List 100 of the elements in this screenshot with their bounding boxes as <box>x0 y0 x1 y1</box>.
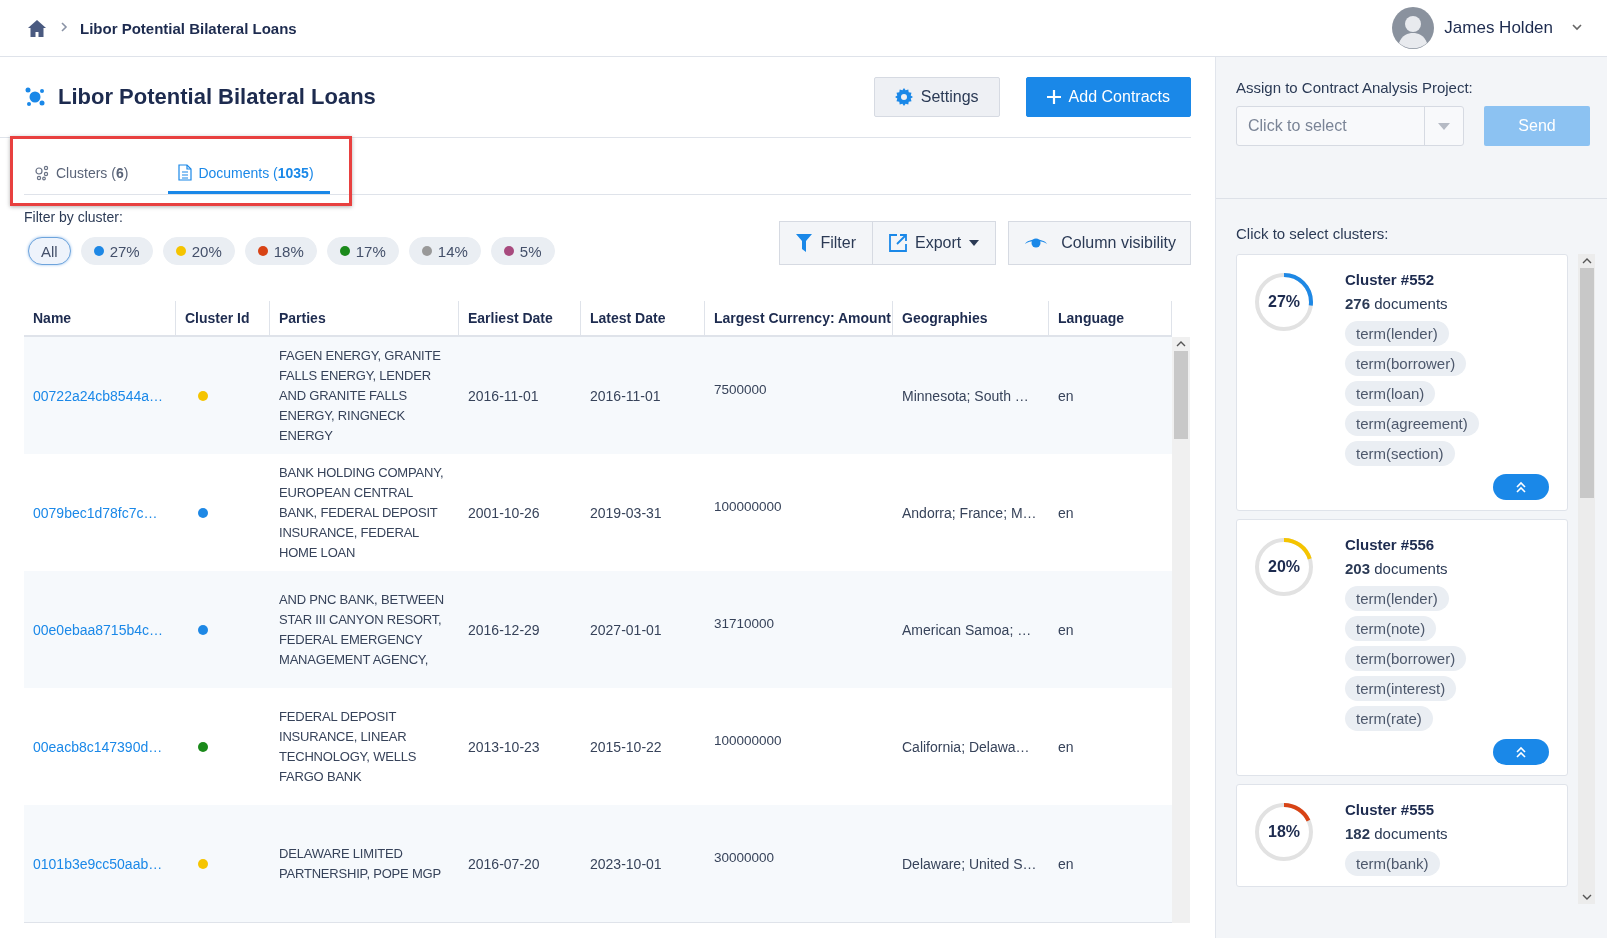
column-header[interactable]: Name <box>24 301 176 335</box>
table-cell-text: FAGEN ENERGY, GRANITE FALLS ENERGY, LENDER AND GRANITE FALLS ENERGY, RINGNECK ENERGY <box>279 346 442 445</box>
column-header[interactable]: Largest Currency: Amount <box>705 301 893 335</box>
cluster-filter-chip[interactable]: 5% <box>490 237 555 265</box>
chevron-right-icon <box>60 21 68 33</box>
export-button[interactable]: Export <box>873 221 997 265</box>
cluster-card[interactable]: 20% Cluster #556 203 documents term(lender) term(note) term(borrower) term(interest) term(rate) <box>1236 519 1568 776</box>
term-tag: term(loan) <box>1345 381 1436 406</box>
table-cell: en <box>1058 387 1074 404</box>
table-cell: 2016-12-29 <box>468 621 540 638</box>
clusters-icon <box>34 164 50 181</box>
document-link[interactable]: 00eacb8c147390d… <box>33 738 163 755</box>
table-cell-text: BANK HOLDING COMPANY, EUROPEAN CENTRAL BANK, FEDERAL DEPOSIT INSURANCE, FEDERAL HOME LOAN <box>279 463 445 562</box>
plus-icon <box>1046 90 1061 104</box>
table-cell: 100000000 <box>714 733 782 748</box>
table-cell: en <box>1058 621 1074 638</box>
cluster-filter-chip[interactable]: 17% <box>326 237 399 265</box>
document-count: 203 documents <box>1345 560 1448 577</box>
settings-button[interactable]: Settings <box>873 77 1000 117</box>
table-cell-text: DELAWARE LIMITED PARTNERSHIP, POPE MGP <box>279 844 442 883</box>
avatar[interactable] <box>1392 7 1435 49</box>
term-tag: term(lender) <box>1345 321 1449 346</box>
term-tag: term(borrower) <box>1345 646 1467 671</box>
external-link-icon <box>889 234 908 252</box>
table-cell: en <box>1058 855 1074 872</box>
table-cell: Minnesota; South … <box>902 387 1029 404</box>
settings-icon <box>894 88 913 106</box>
column-header[interactable]: Geographies <box>893 301 1049 335</box>
scrollbar[interactable] <box>1578 254 1595 904</box>
table-cell-text: FEDERAL DEPOSIT INSURANCE, LINEAR TECHNOLOGY, WELLS FARGO BANK <box>279 707 418 786</box>
table-cell: en <box>1058 504 1074 521</box>
cluster-card[interactable]: 18% Cluster #555 182 documents term(bank) <box>1236 784 1568 887</box>
scroll-thumb[interactable] <box>1174 351 1188 439</box>
filter-button[interactable]: Filter <box>779 221 874 265</box>
table-cell: Delaware; United S… <box>902 855 1037 872</box>
document-count: 276 documents <box>1345 295 1448 312</box>
collapse-button[interactable] <box>1493 739 1549 765</box>
document-link[interactable]: 0079bec1d78fc7c… <box>33 504 158 521</box>
tab[interactable]: Documents (1035) <box>168 154 330 194</box>
clusters-label: Click to select clusters: <box>1236 225 1390 242</box>
page-title: Libor Potential Bilateral Loans <box>58 84 376 110</box>
document-link[interactable]: 00e0ebaa8715b4c… <box>33 621 163 638</box>
user-name[interactable]: James Holden <box>1444 18 1553 38</box>
table-cell: 2016-11-01 <box>590 387 661 404</box>
document-icon <box>178 164 193 181</box>
cluster-filter-chip[interactable]: 14% <box>408 237 481 265</box>
table-cell: California; Delawa… <box>902 738 1030 755</box>
document-link[interactable]: 0101b3e9cc50aab… <box>33 855 163 872</box>
double-chevron-up-icon <box>1515 746 1527 758</box>
term-tag: term(bank) <box>1345 851 1440 876</box>
document-link[interactable]: 00722a24cb8544a… <box>33 387 163 404</box>
scrollbar[interactable] <box>1172 337 1190 923</box>
caret-icon <box>1438 122 1450 130</box>
double-chevron-up-icon <box>1515 481 1527 493</box>
column-header[interactable]: Language <box>1049 301 1172 335</box>
column-header[interactable]: Latest Date <box>581 301 705 335</box>
table-cell: 31710000 <box>714 616 775 631</box>
add-contracts-button[interactable]: Add Contracts <box>1025 77 1191 117</box>
cluster-percent: 27% <box>1268 293 1300 311</box>
term-tag: term(lender) <box>1345 586 1449 611</box>
chevron-down-icon <box>1571 21 1583 33</box>
cluster-card[interactable]: 27% Cluster #552 276 documents term(lender) term(borrower) term(loan) term(agreement) term(section) <box>1236 254 1568 511</box>
column-visibility-button[interactable]: Column visibility <box>1008 221 1191 265</box>
table-cell: Andorra; France; M… <box>902 504 1037 521</box>
cluster-filter-chip[interactable]: 27% <box>80 237 153 265</box>
cluster-title: Cluster #552 <box>1345 271 1435 288</box>
table-cell: 2001-10-26 <box>468 504 540 521</box>
filter-label: Filter by cluster: <box>24 209 124 225</box>
cluster-filter-chip[interactable]: 18% <box>244 237 317 265</box>
cluster-filter-chip[interactable]: 20% <box>162 237 235 265</box>
term-tag: term(borrower) <box>1345 351 1467 376</box>
table-cell: 2027-01-01 <box>590 621 662 638</box>
term-tag: term(interest) <box>1345 676 1457 701</box>
column-header[interactable]: Parties <box>270 301 459 335</box>
column-header[interactable]: Earliest Date <box>459 301 581 335</box>
collapse-button[interactable] <box>1493 474 1549 500</box>
table-cell: 2013-10-23 <box>468 738 540 755</box>
scroll-thumb[interactable] <box>1579 268 1594 498</box>
cluster-filter-chip[interactable]: All <box>28 237 71 265</box>
table-cell: American Samoa; … <box>902 621 1032 638</box>
tab[interactable]: Clusters (6) <box>24 154 145 194</box>
table-cell: en <box>1058 738 1074 755</box>
cluster-percent: 18% <box>1268 823 1300 841</box>
table-cell: 7500000 <box>714 382 767 397</box>
table-cell: 2016-11-01 <box>468 387 539 404</box>
table-cell: 2023-10-01 <box>590 855 662 872</box>
home-icon[interactable] <box>28 19 46 37</box>
table-cell: 30000000 <box>714 850 775 865</box>
project-select[interactable]: Click to select <box>1236 106 1464 146</box>
cluster-percent: 20% <box>1268 558 1300 576</box>
eye-icon <box>1025 236 1048 250</box>
column-header[interactable]: Cluster Id <box>176 301 270 335</box>
cluster-title: Cluster #555 <box>1345 801 1435 818</box>
term-tag: term(rate) <box>1345 706 1433 731</box>
breadcrumb-current[interactable]: Libor Potential Bilateral Loans <box>80 19 297 37</box>
term-tag: term(agreement) <box>1345 411 1479 436</box>
cluster-title: Cluster #556 <box>1345 536 1435 553</box>
table-cell: 2016-07-20 <box>468 855 540 872</box>
caret-icon <box>969 240 980 246</box>
table-cell-text: AND PNC BANK, BETWEEN STAR III CANYON RESORT, FEDERAL EMERGENCY MANAGEMENT AGENCY, <box>279 590 445 669</box>
